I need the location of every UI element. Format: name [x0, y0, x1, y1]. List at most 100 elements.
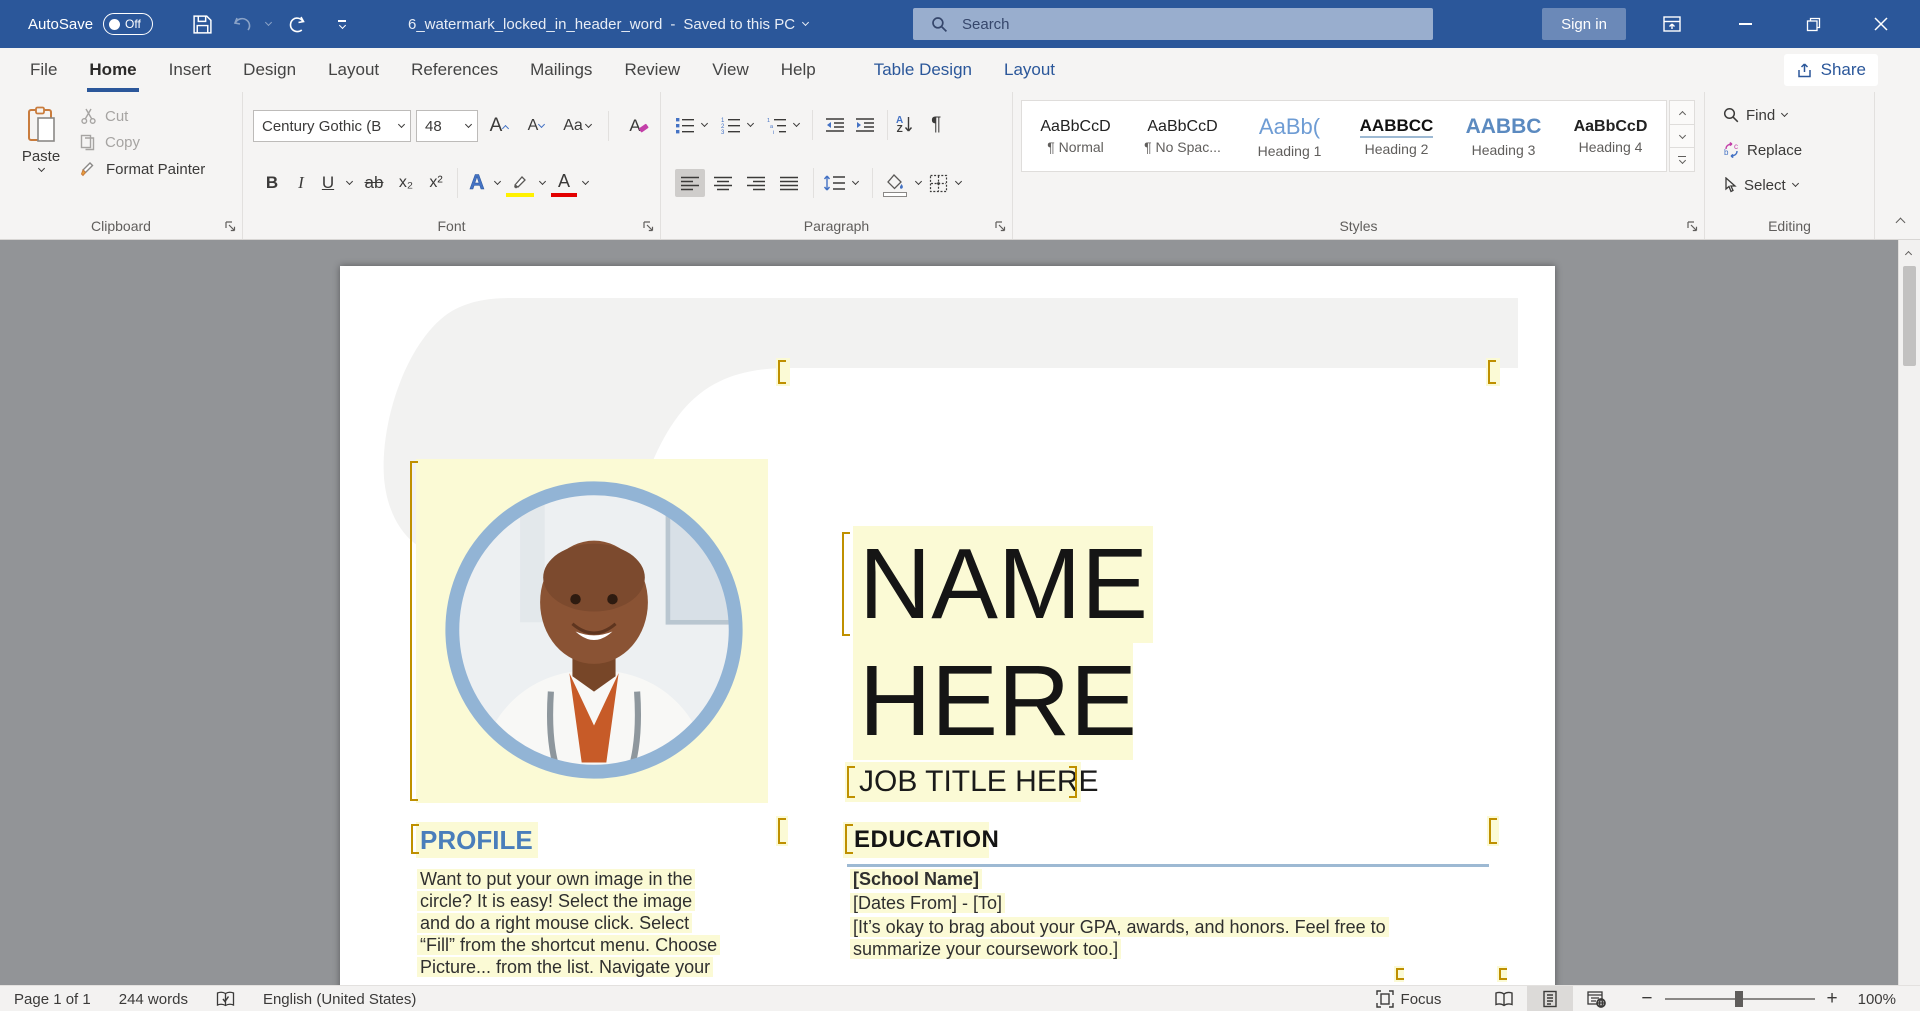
italic-button[interactable]: I [287, 173, 315, 193]
shading-button[interactable] [882, 169, 908, 197]
shading-chevron[interactable] [911, 182, 926, 184]
close-button[interactable] [1857, 0, 1905, 48]
school-name-field[interactable]: [School Name] [850, 868, 982, 890]
profile-text-line[interactable]: Want to put your own image in the [417, 868, 695, 890]
focus-mode-button[interactable]: Focus [1376, 990, 1442, 1008]
style-heading-2[interactable]: AABBCCHeading 2 [1343, 101, 1450, 171]
borders-chevron[interactable] [951, 182, 966, 184]
borders-button[interactable] [929, 174, 948, 193]
tab-review[interactable]: Review [608, 48, 696, 92]
numbering-chevron[interactable] [743, 124, 758, 126]
zoom-slider[interactable] [1665, 998, 1815, 1000]
font-name-combobox[interactable]: Century Gothic (B [253, 110, 411, 142]
underline-menu-chevron[interactable] [341, 182, 357, 184]
cut-button[interactable]: Cut [80, 108, 205, 125]
line-spacing-button[interactable] [823, 174, 845, 192]
redo-button[interactable] [282, 0, 312, 48]
align-right-button[interactable] [741, 169, 771, 197]
save-button[interactable] [186, 0, 218, 48]
style-heading-3[interactable]: AABBCHeading 3 [1450, 101, 1557, 171]
page-indicator[interactable]: Page 1 of 1 [14, 991, 91, 1008]
profile-text-line[interactable]: “Fill” from the shortcut menu. Choose [417, 934, 720, 956]
bullets-button[interactable] [675, 116, 695, 134]
ribbon-display-options-button[interactable] [1648, 0, 1696, 48]
education-description-line[interactable]: summarize your coursework too.] [850, 938, 1121, 960]
style-normal[interactable]: AaBbCcD¶ Normal [1022, 101, 1129, 171]
tab-help[interactable]: Help [765, 48, 832, 92]
web-layout-button[interactable] [1573, 986, 1619, 1011]
increase-indent-button[interactable] [851, 117, 879, 133]
tab-layout[interactable]: Layout [312, 48, 395, 92]
print-layout-button[interactable] [1527, 986, 1573, 1011]
tab-mailings[interactable]: Mailings [514, 48, 608, 92]
align-center-button[interactable] [708, 169, 738, 197]
styles-scroll-up-button[interactable] [1669, 100, 1695, 125]
zoom-slider-thumb[interactable] [1735, 991, 1743, 1007]
subscript-button[interactable]: x₂ [391, 174, 421, 192]
profile-text-line[interactable]: and do a right mouse click. Select [417, 912, 692, 934]
tab-table-design[interactable]: Table Design [858, 48, 988, 92]
style-heading-4[interactable]: AaBbCcDHeading 4 [1557, 101, 1664, 171]
education-heading[interactable]: EDUCATION [854, 822, 999, 858]
share-button[interactable]: Share [1784, 54, 1878, 86]
multilevel-chevron[interactable] [789, 124, 804, 126]
copy-button[interactable]: Copy [80, 134, 205, 151]
line-spacing-chevron[interactable] [848, 182, 863, 184]
bullets-chevron[interactable] [697, 124, 712, 126]
font-color-chevron[interactable] [578, 182, 593, 184]
sign-in-button[interactable]: Sign in [1542, 8, 1626, 40]
profile-text-line[interactable]: Picture... from the list. Navigate your [417, 956, 713, 978]
style-heading-1[interactable]: AaBb(Heading 1 [1236, 101, 1343, 171]
name-field[interactable]: NAME [859, 526, 1148, 643]
align-left-button[interactable] [675, 169, 705, 197]
font-size-combobox[interactable]: 48 [416, 110, 478, 142]
tab-insert[interactable]: Insert [153, 48, 228, 92]
collapse-ribbon-button[interactable] [1897, 213, 1904, 231]
undo-menu-chevron[interactable] [260, 0, 276, 48]
strikethrough-button[interactable]: ab [357, 173, 391, 193]
highlight-chevron[interactable] [535, 182, 550, 184]
format-painter-button[interactable]: Format Painter [80, 160, 205, 178]
profile-photo[interactable] [440, 476, 748, 784]
select-button[interactable]: Select [1723, 172, 1798, 198]
underline-button[interactable]: U [315, 173, 341, 193]
replace-button[interactable]: bc Replace [1723, 137, 1802, 163]
tab-design[interactable]: Design [227, 48, 312, 92]
profile-heading[interactable]: PROFILE [420, 822, 533, 858]
restore-button[interactable] [1789, 0, 1837, 48]
quick-access-toolbar-menu[interactable] [330, 0, 354, 48]
profile-text-line[interactable]: circle? It is easy! Select the image [417, 890, 695, 912]
grow-font-button[interactable]: A [483, 115, 515, 137]
tab-layout-contextual[interactable]: Layout [988, 48, 1071, 92]
zoom-in-button[interactable]: + [1827, 988, 1838, 1010]
font-color-button[interactable]: A [550, 169, 578, 197]
search-input[interactable]: Search [913, 8, 1433, 40]
scroll-up-arrow-icon[interactable] [1905, 251, 1912, 258]
style-no-spacing[interactable]: AaBbCcD¶ No Spac... [1129, 101, 1236, 171]
document-title[interactable]: 6_watermark_locked_in_header_word - Save… [408, 0, 808, 48]
vertical-scrollbar[interactable] [1898, 240, 1920, 985]
minimize-button[interactable] [1721, 0, 1769, 48]
decrease-indent-button[interactable] [821, 117, 849, 133]
tab-references[interactable]: References [395, 48, 514, 92]
zoom-level[interactable]: 100% [1858, 991, 1896, 1008]
language-indicator[interactable]: English (United States) [263, 991, 416, 1008]
paste-button[interactable]: Paste [12, 106, 70, 206]
superscript-button[interactable]: x² [421, 174, 451, 192]
shrink-font-button[interactable]: A [520, 117, 552, 135]
proofing-status[interactable] [216, 991, 235, 1008]
find-button[interactable]: Find [1723, 102, 1787, 128]
multilevel-list-button[interactable]: 1ai [766, 116, 787, 134]
tab-file[interactable]: File [14, 48, 73, 92]
education-description-line[interactable]: [It’s okay to brag about your GPA, award… [850, 916, 1389, 938]
autosave-toggle[interactable]: Off [103, 13, 153, 35]
tab-view[interactable]: View [696, 48, 765, 92]
styles-scroll-down-button[interactable] [1669, 125, 1695, 149]
change-case-button[interactable]: Aa [557, 117, 597, 135]
text-effects-button[interactable]: A [464, 171, 490, 195]
highlight-color-button[interactable] [505, 169, 535, 197]
name-field-line2[interactable]: HERE [859, 643, 1137, 760]
scrollbar-thumb[interactable] [1903, 266, 1916, 366]
bold-button[interactable]: B [257, 173, 287, 193]
undo-button[interactable] [228, 0, 258, 48]
